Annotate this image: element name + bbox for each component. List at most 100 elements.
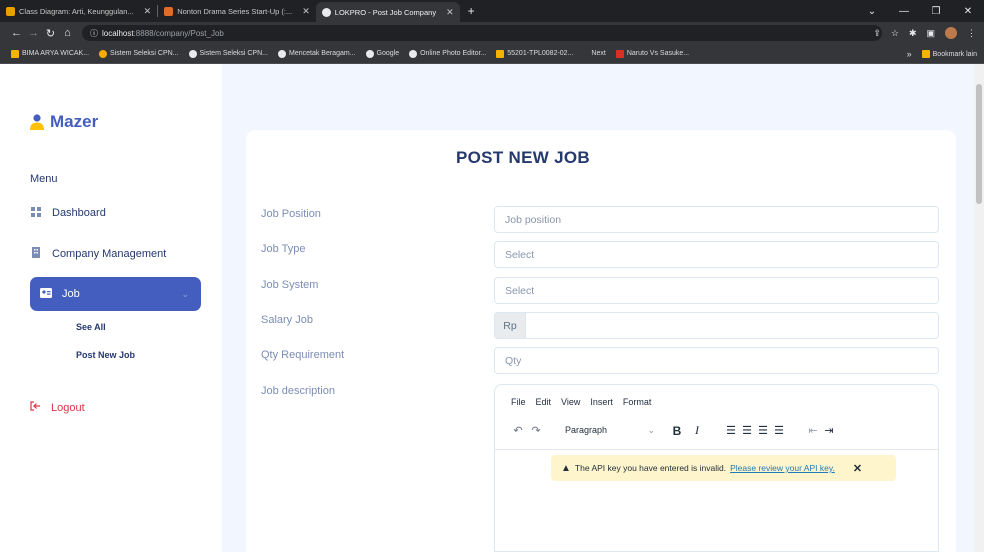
bookmark-item[interactable]: Sistem Seleksi CPN... xyxy=(184,49,273,58)
editor-toolbar: ↶ ↷ Paragraph ⌄ B I ☰ ☰ ☰ ☰ ⇤ ⇥ xyxy=(509,423,837,438)
tab-search-icon[interactable]: ⌄ xyxy=(856,6,888,17)
logout-button[interactable]: Logout xyxy=(30,401,85,414)
outdent-icon[interactable]: ⇤ xyxy=(805,424,821,437)
browser-tab-drama[interactable]: Nonton Drama Series Start-Up (:... ✕ xyxy=(158,0,316,22)
menu-view[interactable]: View xyxy=(561,397,580,407)
bookmark-label: Next xyxy=(591,50,606,57)
rich-text-editor[interactable]: File Edit View Insert Format ↶ ↷ Paragra… xyxy=(494,384,939,552)
qty-requirement-label: Qty Requirement xyxy=(261,349,345,361)
tab-title: Nonton Drama Series Start-Up (:... xyxy=(177,6,293,16)
brand-name: Mazer xyxy=(50,112,99,131)
menu-format[interactable]: Format xyxy=(623,397,652,407)
bookmarks-more-button[interactable]: » xyxy=(902,49,917,59)
sidepanel-icon[interactable]: ▣ xyxy=(926,28,935,39)
info-icon[interactable]: ⓘ xyxy=(90,28,98,39)
minimize-icon[interactable]: — xyxy=(888,6,920,17)
close-window-icon[interactable]: ✕ xyxy=(952,6,984,17)
back-icon[interactable]: ← xyxy=(8,27,25,39)
star-icon[interactable]: ☆ xyxy=(891,28,899,39)
bookmarks-overflow: » Bookmark lain xyxy=(902,44,982,64)
bookmark-favicon-icon xyxy=(99,49,108,58)
redo-icon[interactable]: ↷ xyxy=(527,424,545,437)
kebab-menu-icon[interactable]: ⋮ xyxy=(967,28,976,39)
sidebar: Mazer Menu Dashboard Company Management … xyxy=(0,64,222,552)
close-tab-icon[interactable]: ✕ xyxy=(446,7,454,18)
align-right-icon[interactable]: ☰ xyxy=(755,424,771,437)
bookmark-label: Sistem Seleksi CPN... xyxy=(110,50,179,57)
building-icon xyxy=(30,247,42,261)
favicon-icon xyxy=(6,6,15,16)
bookmark-label: Sistem Seleksi CPN... xyxy=(199,50,268,57)
currency-prefix: Rp xyxy=(494,312,526,339)
logout-icon xyxy=(30,401,41,414)
align-left-icon[interactable]: ☰ xyxy=(723,424,739,437)
other-bookmarks[interactable]: Bookmark lain xyxy=(917,50,982,58)
submenu-see-all[interactable]: See All xyxy=(76,322,106,332)
close-tab-icon[interactable]: ✕ xyxy=(144,6,152,17)
job-system-label: Job System xyxy=(261,279,319,291)
bookmark-item[interactable]: Google xyxy=(361,49,405,58)
other-bookmarks-label: Bookmark lain xyxy=(932,50,977,58)
qty-requirement-input[interactable]: Qty xyxy=(494,347,939,374)
sidebar-item-job[interactable]: Job ⌄ xyxy=(30,277,201,311)
indent-icon[interactable]: ⇥ xyxy=(821,424,837,437)
profile-avatar[interactable] xyxy=(945,27,957,39)
menu-edit[interactable]: Edit xyxy=(536,397,552,407)
browser-tab-class-diagram[interactable]: Class Diagram: Arti, Keunggulan... ✕ xyxy=(0,0,157,22)
bold-icon[interactable]: B xyxy=(667,424,687,438)
review-api-key-link[interactable]: Please review your API key. xyxy=(730,463,835,473)
bookmark-item[interactable]: Sistem Seleksi CPN... xyxy=(94,49,183,58)
job-type-select[interactable]: Select xyxy=(494,241,939,268)
menu-insert[interactable]: Insert xyxy=(590,397,613,407)
browser-tab-lokpro[interactable]: LOKPRO - Post Job Company ✕ xyxy=(315,2,460,22)
share-icon[interactable]: ⇪ xyxy=(873,28,881,39)
url-host: localhost xyxy=(102,28,134,38)
home-icon[interactable]: ⌂ xyxy=(59,27,76,39)
scrollbar-thumb[interactable] xyxy=(976,84,982,204)
page-scrollbar[interactable] xyxy=(974,64,984,552)
bookmark-item[interactable]: Naruto Vs Sasuke... xyxy=(611,49,694,58)
undo-icon[interactable]: ↶ xyxy=(509,424,527,437)
salary-job-label: Salary Job xyxy=(261,314,313,326)
logout-label: Logout xyxy=(51,401,85,414)
menu-file[interactable]: File xyxy=(511,397,526,407)
warning-icon: ▲ xyxy=(561,462,571,474)
bookmark-item[interactable]: 55201-TPL0082-02... xyxy=(491,49,578,58)
tab-title: LOKPRO - Post Job Company xyxy=(334,7,437,17)
browser-tab-bar: Class Diagram: Arti, Keunggulan... ✕ Non… xyxy=(0,0,984,22)
align-justify-icon[interactable]: ☰ xyxy=(771,424,787,437)
bookmark-item[interactable]: BIMA ARYA WICAK... xyxy=(6,49,94,58)
align-center-icon[interactable]: ☰ xyxy=(739,424,755,437)
video-icon xyxy=(615,49,624,58)
chevron-down-icon: ⌄ xyxy=(647,425,655,435)
block-format-select[interactable]: Paragraph ⌄ xyxy=(565,425,655,436)
notice-text: The API key you have entered is invalid. xyxy=(574,463,727,473)
italic-icon[interactable]: I xyxy=(687,423,707,438)
sidebar-item-company-management[interactable]: Company Management xyxy=(30,237,201,271)
address-bar[interactable]: ⓘ localhost:8888/company/Post_Job xyxy=(82,25,882,41)
salary-job-input[interactable] xyxy=(494,312,939,339)
job-system-select[interactable]: Select xyxy=(494,277,939,304)
close-icon[interactable]: ✕ xyxy=(853,462,862,475)
google-icon xyxy=(277,49,286,58)
forward-icon[interactable]: → xyxy=(25,27,42,39)
job-position-label: Job Position xyxy=(261,208,321,220)
window-controls: ⌄ — ❐ ✕ xyxy=(856,0,984,22)
page-title: POST NEW JOB xyxy=(456,148,590,167)
close-tab-icon[interactable]: ✕ xyxy=(302,6,310,17)
reload-icon[interactable]: ↻ xyxy=(42,27,59,40)
toolbar-actions: ⇪ ☆ ✱ ▣ ⋮ xyxy=(873,22,976,44)
bookmark-item[interactable]: Mencetak Beragam... xyxy=(273,49,361,58)
bookmark-item[interactable]: Online Photo Editor... xyxy=(404,49,491,58)
job-position-input[interactable]: Job position xyxy=(494,206,939,233)
sidebar-item-label: Dashboard xyxy=(52,207,106,219)
job-type-label: Job Type xyxy=(261,243,306,255)
bookmark-item[interactable]: Next xyxy=(586,50,610,57)
brand-logo[interactable]: Mazer xyxy=(30,112,98,132)
maximize-icon[interactable]: ❐ xyxy=(920,6,952,17)
new-tab-button[interactable]: + xyxy=(460,4,483,18)
sidebar-item-dashboard[interactable]: Dashboard xyxy=(30,196,201,230)
bookmark-label: Online Photo Editor... xyxy=(420,50,487,57)
extensions-icon[interactable]: ✱ xyxy=(909,28,917,39)
submenu-post-new-job[interactable]: Post New Job xyxy=(76,350,135,360)
